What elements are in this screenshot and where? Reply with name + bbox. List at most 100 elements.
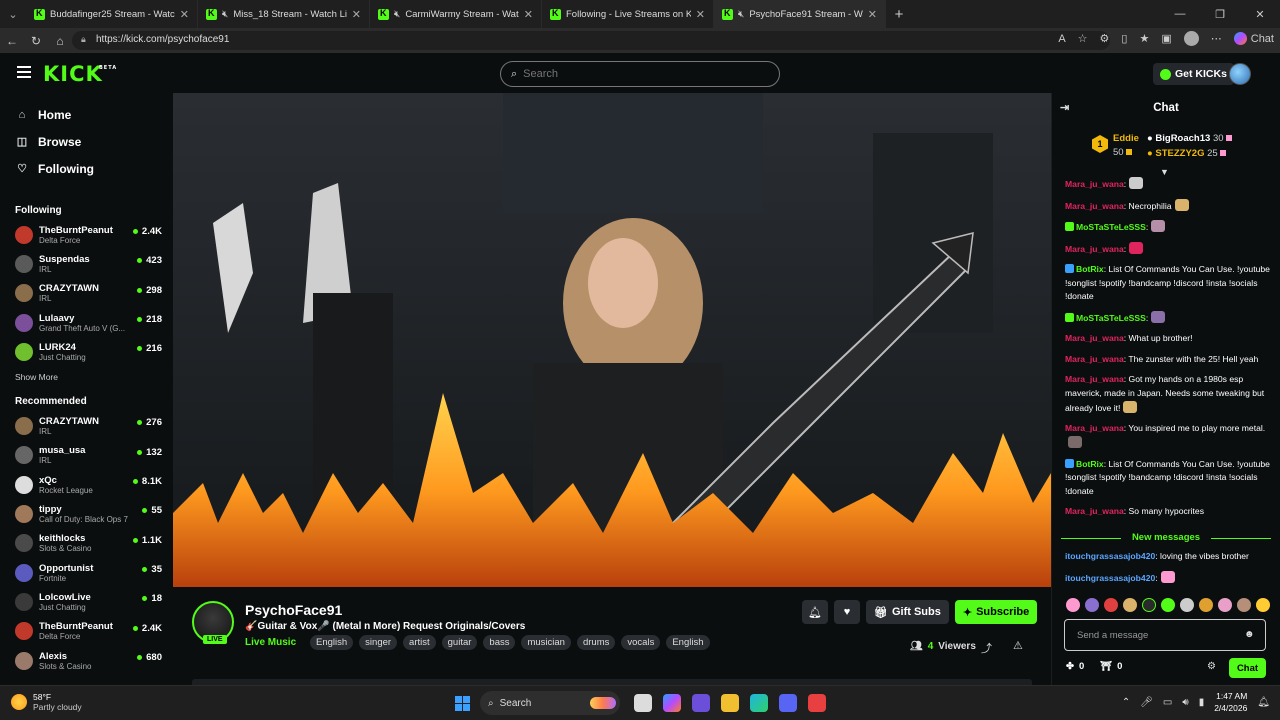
stream-tag[interactable]: bass — [483, 635, 516, 650]
leader-entry-1[interactable]: Eddie — [1113, 133, 1139, 144]
emote-icon[interactable] — [1237, 598, 1251, 612]
more-menu-icon[interactable]: ⋯ — [1211, 32, 1222, 45]
sidebar-channel[interactable]: Alexis Slots & Casino 680 — [0, 646, 172, 675]
file-explorer-icon[interactable] — [721, 694, 739, 712]
get-kicks-button[interactable]: Get KICKs — [1153, 63, 1234, 85]
close-tab-icon[interactable]: ✕ — [524, 8, 533, 21]
chat-username[interactable]: MoSTaSTeLeSSS — [1076, 313, 1146, 323]
chat-username[interactable]: Mara_ju_wana — [1065, 179, 1124, 189]
close-tab-icon[interactable]: ✕ — [352, 8, 361, 21]
close-tab-icon[interactable]: ✕ — [180, 8, 189, 21]
sidebar-channel[interactable]: CRAZYTAWN IRL 298 — [0, 279, 172, 308]
nav-following[interactable]: ♡ Following — [0, 155, 172, 182]
emote-icon[interactable] — [1142, 598, 1156, 612]
sidebar-channel[interactable]: LolcowLive Just Chatting 18 — [0, 587, 172, 616]
sidebar-channel[interactable]: CRAZYTAWN IRL 276 — [0, 411, 172, 440]
sidebar-channel[interactable]: tippy Call of Duty: Black Ops 7 55 — [0, 499, 172, 528]
sidebar-channel[interactable]: Suspendas IRL 423 — [0, 249, 172, 278]
leader-entry-3[interactable]: ● STEZZY2G 25 — [1147, 148, 1226, 159]
refresh-icon[interactable]: ↻ — [24, 34, 48, 48]
volume-icon[interactable]: 🔊︎ — [1182, 697, 1188, 708]
tray-overflow-icon[interactable]: ⌃ — [1122, 697, 1130, 708]
muted-speaker-icon[interactable]: 🔇︎ — [222, 9, 228, 20]
chat-send-button[interactable]: Chat — [1229, 658, 1266, 678]
task-view-icon[interactable] — [634, 694, 652, 712]
sidebar-channel[interactable]: xQc Rocket League 8.1K — [0, 470, 172, 499]
emoji-picker-icon[interactable]: ☻ — [1244, 629, 1255, 640]
collections-icon[interactable]: ▣ — [1161, 32, 1171, 45]
url-bar[interactable]: 🔒︎ https://kick.com/psychoface91 — [72, 31, 1110, 50]
search-input[interactable] — [523, 68, 754, 80]
copilot-button[interactable]: Chat — [1233, 32, 1274, 45]
emote-icon[interactable] — [1066, 598, 1080, 612]
chat-username[interactable]: Mara_ju_wana — [1065, 244, 1124, 254]
chat-username[interactable]: Mara_ju_wana — [1065, 354, 1124, 364]
leader-entry-2[interactable]: ● BigRoach13 30 — [1147, 133, 1232, 144]
extensions-icon[interactable]: ⚙ — [1100, 32, 1110, 45]
stream-tag[interactable]: English — [666, 635, 710, 650]
chat-username[interactable]: Mara_ju_wana — [1065, 201, 1124, 211]
emote-icon[interactable] — [1085, 598, 1099, 612]
new-tab-button[interactable]: + — [886, 6, 912, 23]
browser-tab[interactable]: Following - Live Streams on Kick ✕ — [542, 0, 714, 28]
minimize-icon[interactable]: — — [1160, 8, 1200, 20]
emote-icon[interactable] — [1161, 598, 1175, 612]
close-tab-icon[interactable]: ✕ — [868, 8, 877, 21]
clock[interactable]: 1:47 AM 2/4/2026 — [1214, 690, 1247, 714]
follow-heart-button[interactable]: ♥ — [834, 600, 860, 624]
weather-widget[interactable]: 58°F Partly cloudy — [11, 692, 82, 712]
sidebar-channel[interactable]: TheBurntPeanut Delta Force 2.4K — [0, 617, 172, 646]
edge-browser-icon[interactable] — [750, 694, 768, 712]
kicks-balance[interactable]: ✤ 0 — [1066, 661, 1084, 672]
kick-logo[interactable]: KICK BETA — [43, 62, 116, 86]
sidebar-channel[interactable]: TheBurntPeanut Delta Force 2.4K — [0, 220, 172, 249]
sidebar-channel[interactable]: keithlocks Slots & Casino 1.1K — [0, 529, 172, 558]
discord-icon[interactable] — [779, 694, 797, 712]
stream-tag[interactable]: musician — [521, 635, 571, 650]
maximize-icon[interactable]: ❐ — [1200, 8, 1240, 21]
menu-icon[interactable] — [17, 66, 31, 78]
back-icon[interactable]: ← — [0, 34, 24, 48]
subscribe-button[interactable]: ✦ Subscribe — [954, 600, 1038, 624]
emote-icon[interactable] — [1104, 598, 1118, 612]
chat-username[interactable]: itouchgrassasajob420 — [1065, 551, 1155, 561]
stream-tag[interactable]: vocals — [621, 635, 661, 650]
favorite-star-icon[interactable]: ☆ — [1078, 32, 1088, 45]
app-icon[interactable] — [692, 694, 710, 712]
chat-username[interactable]: Mara_ju_wana — [1065, 374, 1124, 384]
emote-icon[interactable] — [1218, 598, 1232, 612]
nav-home[interactable]: ⌂ Home — [0, 101, 172, 128]
read-aloud-icon[interactable]: A — [1058, 33, 1065, 45]
notifications-icon[interactable]: 🔔︎ — [1257, 697, 1270, 708]
emote-icon[interactable] — [1199, 598, 1213, 612]
chat-filter-icon[interactable]: ▼ — [1160, 167, 1169, 177]
split-screen-icon[interactable]: ▯ — [1121, 32, 1127, 45]
battery-icon[interactable]: ▮ — [1199, 697, 1205, 708]
chat-username[interactable]: MoSTaSTeLeSSS — [1076, 222, 1146, 232]
copilot-app-icon[interactable] — [663, 694, 681, 712]
new-messages-divider[interactable]: New messages — [1061, 532, 1271, 543]
sidebar-channel[interactable]: Opportunist Fortnite 35 — [0, 558, 172, 587]
browser-tab[interactable]: 🔇︎ Miss_18 Stream - Watch Live o ✕ — [198, 0, 370, 28]
app-icon[interactable] — [808, 694, 826, 712]
nav-browse[interactable]: ◫ Browse — [0, 128, 172, 155]
chat-username[interactable]: Mara_ju_wana — [1065, 506, 1124, 516]
notification-bell-button[interactable]: 🔔︎ — [802, 600, 828, 624]
favorites-icon[interactable]: ★ — [1139, 32, 1149, 45]
sidebar-channel[interactable]: LURK24 Just Chatting 216 — [0, 337, 172, 366]
browser-tab[interactable]: 🔇︎ PsychoFace91 Stream - Watch ✕ — [714, 0, 886, 28]
sidebar-channel[interactable]: Lulaavy Grand Theft Auto V (G... 218 — [0, 308, 172, 337]
stream-category[interactable]: Live Music — [245, 637, 296, 648]
emote-icon[interactable] — [1180, 598, 1194, 612]
gift-subs-button[interactable]: 🎁︎ Gift Subs — [866, 600, 949, 624]
chat-username[interactable]: BotRix — [1076, 459, 1104, 469]
browser-tab[interactable]: Buddafinger25 Stream - Watch ✕ — [26, 0, 198, 28]
show-more-link[interactable]: Show More — [0, 372, 172, 382]
browser-tab[interactable]: 🔇︎ CarmiWarmy Stream - Watch ✕ — [370, 0, 542, 28]
microphone-icon[interactable]: 🎤︎ — [1140, 697, 1153, 708]
collapse-chat-icon[interactable]: ⇥ — [1060, 101, 1069, 114]
sidebar-channel[interactable]: musa_usa IRL 132 — [0, 441, 172, 470]
muted-speaker-icon[interactable]: 🔇︎ — [738, 9, 744, 20]
profile-avatar[interactable] — [1183, 31, 1199, 46]
tab-actions-icon[interactable]: ⌄ — [0, 8, 26, 21]
